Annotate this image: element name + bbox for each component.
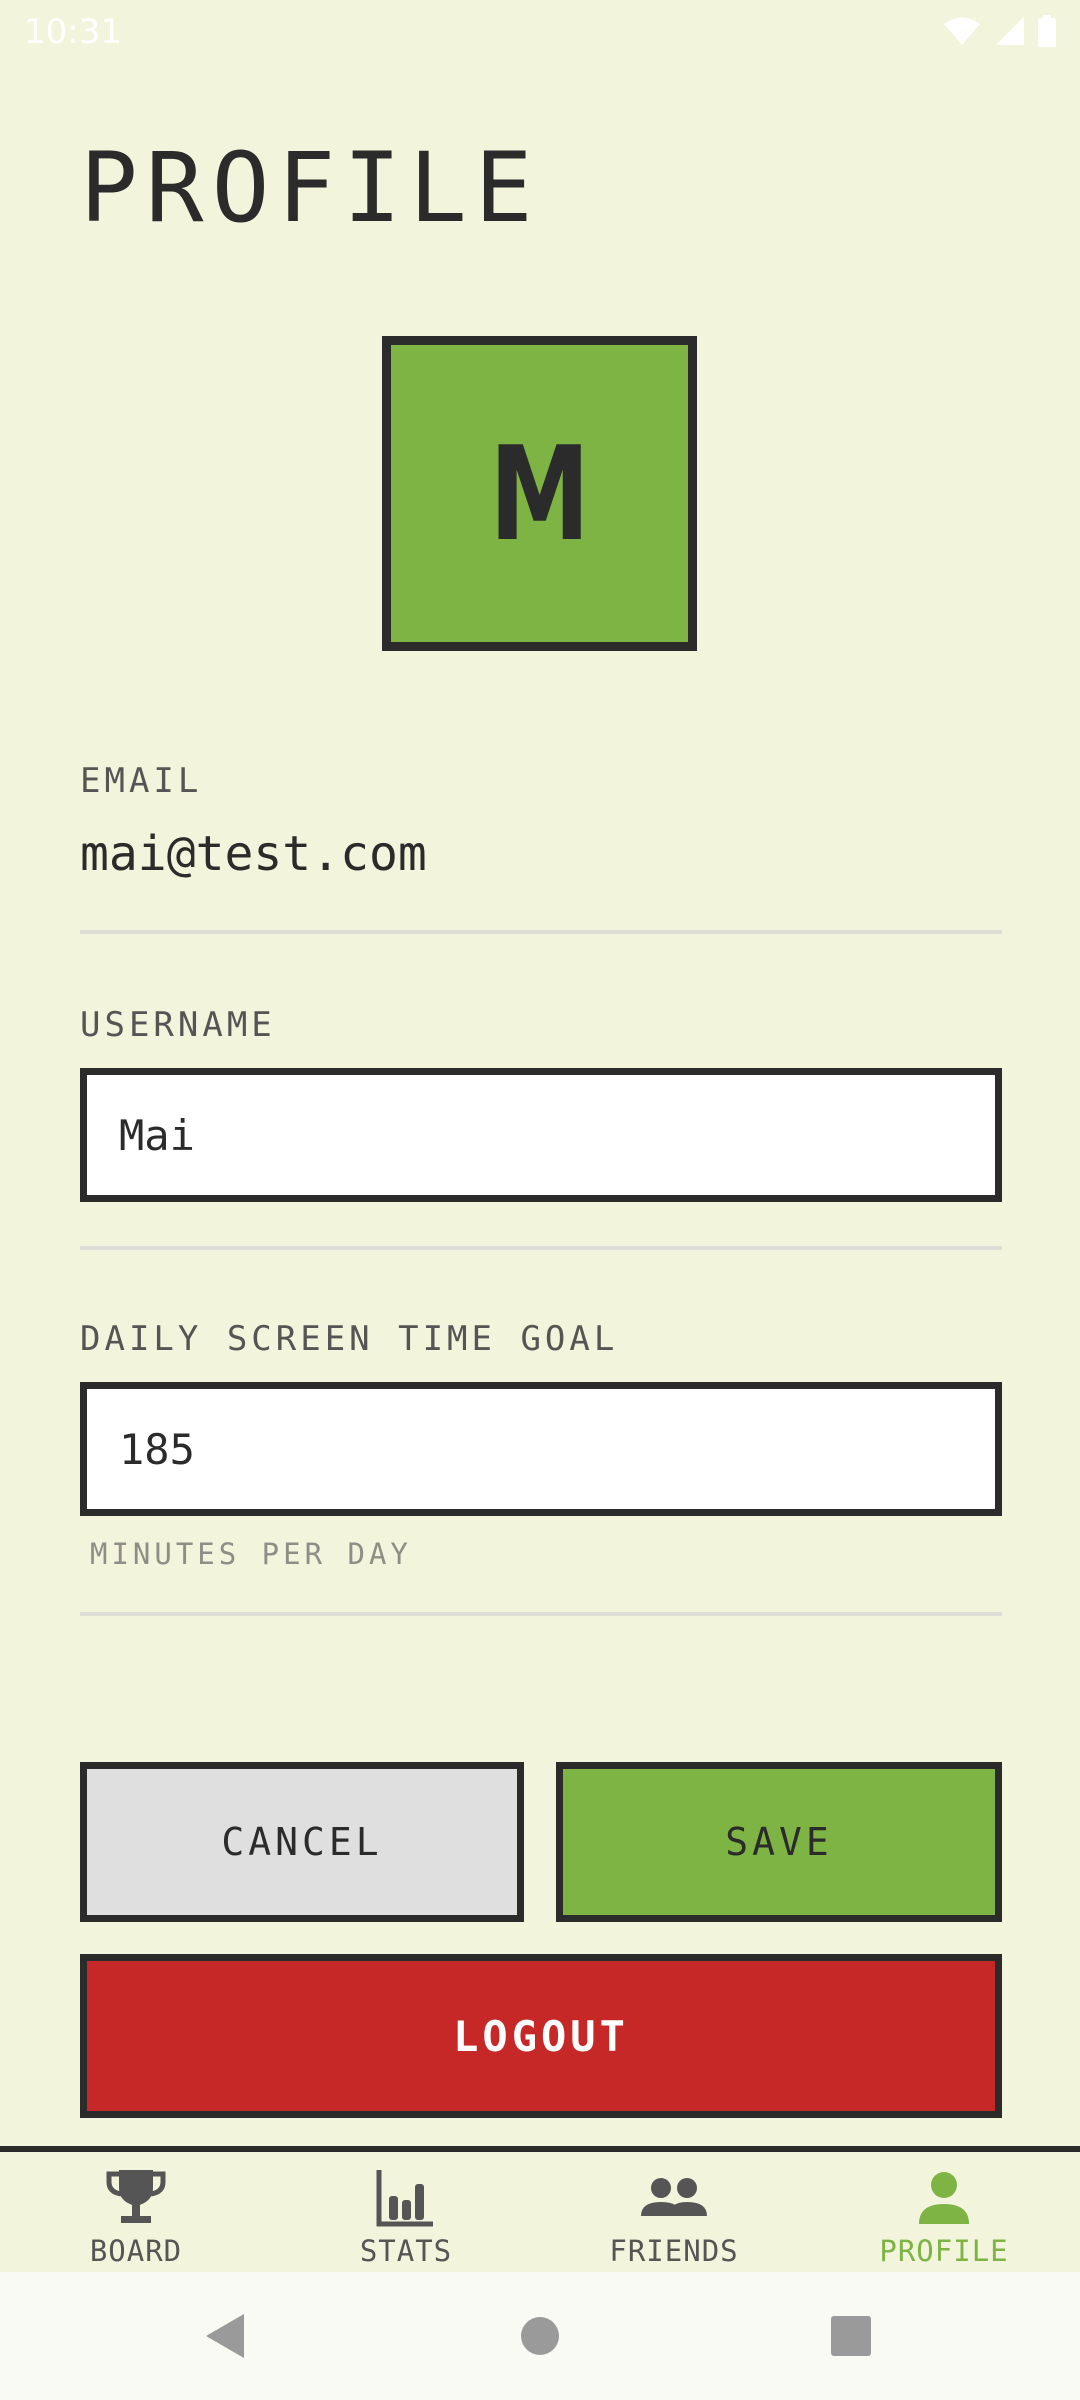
screen-time-goal-hint: MINUTES PER DAY	[90, 1537, 412, 1571]
trophy-icon	[106, 2170, 166, 2223]
screen-time-goal-label: DAILY SCREEN TIME GOAL	[80, 1319, 619, 1359]
email-value: mai@test.com	[80, 826, 427, 882]
save-button-label: SAVE	[725, 1820, 833, 1864]
logout-button[interactable]: LOGOUT	[80, 1954, 1002, 2118]
username-input-value: Mai	[119, 1110, 195, 1160]
cellular-signal-icon	[996, 17, 1024, 45]
nav-item-profile-label: PROFILE	[879, 2234, 1009, 2268]
nav-item-stats-label: STATS	[359, 2234, 453, 2268]
logout-button-label: LOGOUT	[453, 2011, 629, 2061]
nav-item-friends[interactable]: FRIENDS	[574, 2166, 774, 2268]
back-icon[interactable]	[204, 2312, 246, 2360]
save-button[interactable]: SAVE	[556, 1762, 1002, 1922]
divider	[80, 1612, 1002, 1616]
cancel-button[interactable]: CANCEL	[80, 1762, 524, 1922]
status-icons	[942, 14, 1056, 48]
avatar[interactable]: M	[382, 336, 697, 651]
nav-item-stats[interactable]: STATS	[306, 2166, 506, 2268]
nav-item-friends-label: FRIENDS	[609, 2234, 739, 2268]
screen-time-goal-input[interactable]: 185	[80, 1382, 1002, 1516]
system-navigation-bar	[0, 2272, 1080, 2400]
person-icon	[919, 2172, 969, 2224]
avatar-initial: M	[489, 417, 590, 570]
divider	[80, 1246, 1002, 1250]
email-label: EMAIL	[80, 761, 203, 801]
people-icon	[641, 2178, 707, 2216]
username-label: USERNAME	[80, 1005, 276, 1045]
nav-item-board-label: BOARD	[89, 2234, 183, 2268]
bar-chart-icon	[376, 2170, 433, 2227]
home-icon[interactable]	[520, 2312, 560, 2360]
page-title: PROFILE	[80, 132, 541, 244]
nav-item-profile[interactable]: PROFILE	[844, 2166, 1044, 2268]
nav-item-board[interactable]: BOARD	[36, 2166, 236, 2268]
recents-icon[interactable]	[830, 2312, 872, 2360]
username-input[interactable]: Mai	[80, 1068, 1002, 1202]
battery-icon	[1038, 15, 1056, 47]
bottom-nav: BOARD STATS FRIENDS PROFILE	[0, 2146, 1080, 2278]
screen-time-goal-value: 185	[119, 1424, 195, 1474]
status-time: 10:31	[24, 12, 122, 52]
wifi-icon	[944, 17, 980, 45]
cancel-button-label: CANCEL	[221, 1820, 383, 1864]
status-bar: 10:31	[0, 0, 1080, 64]
divider	[80, 930, 1002, 934]
